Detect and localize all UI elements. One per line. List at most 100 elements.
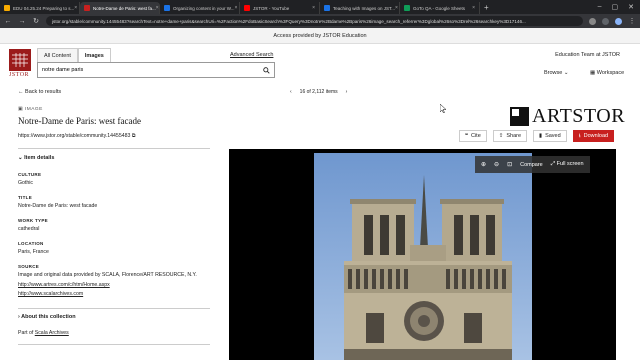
close-tab-icon[interactable]: ×	[235, 5, 238, 11]
item-type: ▣ IMAGE	[18, 107, 43, 112]
tab-label: EDU 04.25.24 Preparing to s...	[13, 5, 75, 11]
title-value: Notre-Dame de Paris: west facade	[18, 203, 98, 209]
source-value: Image and original data provided by SCAL…	[18, 272, 197, 278]
close-tab-icon[interactable]: ×	[74, 5, 77, 11]
previous-item-icon[interactable]: ‹	[290, 89, 292, 95]
tab-favicon-icon	[164, 5, 170, 11]
artres-link[interactable]: http://www.artres.com/c/htm/Home.aspx	[18, 282, 110, 288]
item-details-heading: Item details	[24, 155, 55, 161]
profile-avatar[interactable]	[615, 17, 622, 25]
browser-menu-icon[interactable]: ⋮	[628, 17, 636, 25]
extension-icon[interactable]	[589, 17, 596, 25]
browser-tab[interactable]: Notre-Dame de Paris: west fa... ×	[80, 2, 160, 14]
window-controls: – ▢ ✕	[598, 3, 640, 11]
download-button[interactable]: ⭳ Download	[572, 130, 615, 142]
about-collection-toggle[interactable]: › About this collection	[18, 314, 76, 320]
collection-part-of: Part of Scala Archives	[18, 330, 69, 336]
search-box	[37, 62, 275, 78]
copy-icon[interactable]: ⧉	[132, 133, 136, 139]
fit-screen-icon[interactable]: ⊡	[507, 161, 512, 168]
reload-icon[interactable]: ↻	[32, 17, 40, 25]
tab-label: GoTo QA - Google Sheets	[413, 5, 466, 11]
download-icon: ⭳	[578, 132, 581, 139]
item-actions: ❝ Cite ⇪ Share ▮ Saved ⭳ Download	[459, 130, 615, 142]
browser-tab[interactable]: GoTo QA - Google Sheets ×	[400, 2, 480, 14]
workspace-link[interactable]: ▦ Workspace	[590, 70, 624, 76]
close-tab-icon[interactable]: ×	[395, 5, 398, 11]
scalarchives-link[interactable]: http://www.scalarchives.com	[18, 291, 83, 297]
artstor-logo: ARTSTOR	[510, 105, 625, 128]
close-window-icon[interactable]: ✕	[628, 3, 634, 11]
minimize-icon[interactable]: –	[598, 3, 602, 11]
stable-url: https://www.jstor.org/stable/community.1…	[18, 133, 136, 140]
browser-tab[interactable]: EDU 04.25.24 Preparing to s... ×	[0, 2, 80, 14]
url-text: jstor.org/stable/community.14455483?sear…	[52, 18, 526, 24]
tab-list: EDU 04.25.24 Preparing to s... × Notre-Dam…	[0, 0, 480, 14]
saved-button[interactable]: ▮ Saved	[533, 130, 567, 142]
address-bar-row: ← → ↻ jstor.org/stable/community.1445548…	[0, 14, 640, 28]
access-banner: Access provided by JSTOR Education	[0, 28, 640, 44]
bookmark-icon: ▮	[539, 133, 543, 139]
fullscreen-label: Full screen	[556, 161, 584, 167]
chevron-down-icon: ⌄	[18, 155, 23, 161]
tab-favicon-icon	[4, 5, 10, 11]
title-label: TITLE	[18, 195, 32, 200]
part-of-label: Part of	[18, 330, 34, 336]
artstor-logo-mark	[510, 107, 529, 126]
tab-all-content[interactable]: All Content	[37, 48, 78, 62]
chevron-right-icon: ›	[18, 314, 20, 320]
share-button[interactable]: ⇪ Share	[492, 130, 528, 142]
cathedral-image	[314, 153, 532, 360]
divider	[18, 148, 210, 149]
access-banner-text: Access provided by JSTOR Education	[273, 32, 367, 39]
image-type-icon: ▣	[18, 107, 24, 112]
download-label: Download	[583, 133, 609, 139]
back-to-results-link[interactable]: ← Back to results	[18, 89, 61, 95]
item-details-toggle[interactable]: ⌄ Item details	[18, 155, 54, 161]
search-input[interactable]	[42, 67, 263, 73]
advanced-search-link[interactable]: Advanced Search	[230, 52, 273, 58]
extension-icon[interactable]	[602, 17, 609, 25]
url-field[interactable]: jstor.org/stable/community.14455483?sear…	[46, 16, 583, 26]
notre-dame-photo	[314, 153, 532, 360]
close-tab-icon[interactable]: ×	[312, 5, 315, 11]
zoom-out-icon[interactable]: ⊖	[494, 161, 499, 168]
share-icon: ⇪	[498, 133, 504, 139]
tab-favicon-icon	[324, 5, 330, 11]
scala-archives-link[interactable]: Scala Archives	[35, 330, 69, 336]
browser-tab[interactable]: Teaching with Images on JST... ×	[320, 2, 400, 14]
jstor-logo[interactable]: JSTOR	[9, 49, 31, 79]
back-arrow-icon[interactable]: ←	[4, 18, 12, 25]
tab-label: Teaching with Images on JST...	[333, 5, 396, 11]
jstor-logo-text: JSTOR	[9, 72, 30, 78]
new-tab-button[interactable]: +	[484, 3, 489, 12]
zoom-in-icon[interactable]: ⊕	[481, 161, 486, 168]
location-value: Paris, France	[18, 249, 49, 255]
image-viewer[interactable]: ⊕ ⊖ ⊡ Compare ⤢ Full screen	[229, 149, 616, 360]
close-tab-icon[interactable]: ×	[156, 5, 159, 11]
next-item-icon[interactable]: ›	[346, 89, 348, 95]
tab-images[interactable]: Images	[77, 48, 111, 62]
item-type-label: IMAGE	[24, 107, 43, 112]
fullscreen-button[interactable]: ⤢ Full screen	[551, 161, 584, 168]
cite-label: Cite	[470, 133, 481, 139]
jstor-logo-glyph	[9, 49, 31, 71]
maximize-icon[interactable]: ▢	[612, 3, 619, 11]
close-tab-icon[interactable]: ×	[472, 5, 475, 11]
jstor-logo-mark	[9, 49, 31, 71]
tab-favicon-icon	[244, 5, 250, 11]
browser-tab[interactable]: Organizing content in your W... ×	[160, 2, 240, 14]
browser-tab[interactable]: JSTOR - YouTube ×	[240, 2, 320, 14]
share-label: Share	[506, 133, 522, 139]
forward-arrow-icon[interactable]: →	[18, 18, 26, 25]
item-title: Notre-Dame de Paris: west facade	[18, 116, 141, 126]
viewer-toolbar: ⊕ ⊖ ⊡ Compare ⤢ Full screen	[475, 156, 590, 173]
browse-menu[interactable]: Browse ⌄	[544, 70, 568, 76]
cite-button[interactable]: ❝ Cite	[459, 130, 487, 142]
compare-button[interactable]: Compare	[520, 162, 543, 168]
workspace-label: Workspace	[596, 70, 625, 76]
browser-tab-bar: EDU 04.25.24 Preparing to s... × Notre-Dam…	[0, 0, 640, 14]
search-icon[interactable]	[263, 66, 270, 74]
browse-label: Browse	[544, 70, 563, 76]
workspace-icon: ▦	[590, 70, 596, 76]
